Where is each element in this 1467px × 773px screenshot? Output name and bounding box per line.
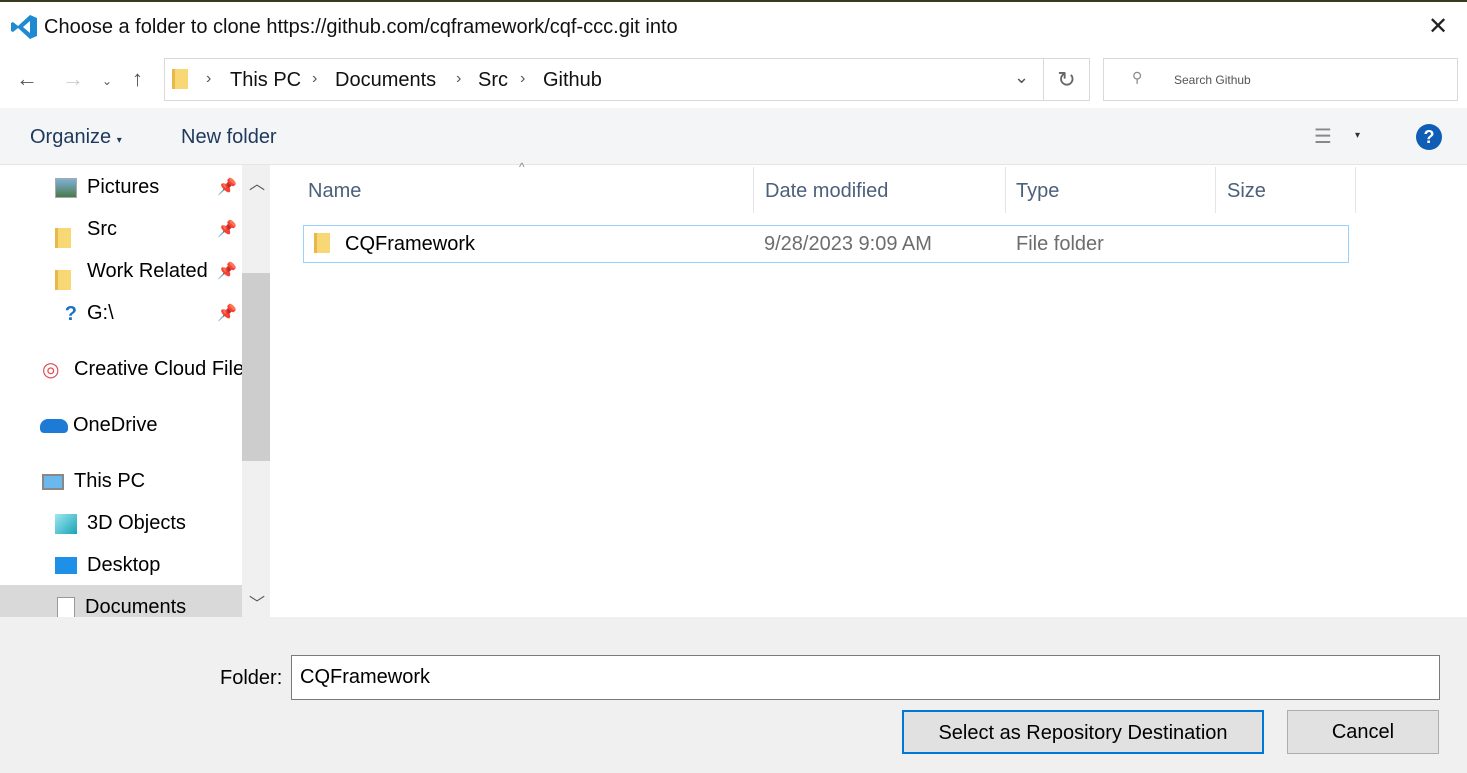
column-divider[interactable] — [753, 167, 754, 213]
folder-icon — [314, 233, 330, 253]
breadcrumb-documents[interactable]: Documents — [335, 69, 436, 92]
back-button[interactable]: ← — [16, 66, 38, 92]
computer-icon — [42, 473, 64, 490]
drive-icon: ? — [64, 302, 77, 325]
pin-icon: 📌 — [217, 179, 237, 196]
view-options-icon[interactable]: ☰ — [1314, 124, 1332, 149]
column-header-type[interactable]: Type — [1016, 180, 1059, 203]
sidebar-item-work-related[interactable]: Work Related — [55, 253, 208, 291]
caret-down-icon[interactable]: ▾ — [1355, 130, 1360, 141]
search-icon: ⚲ — [1132, 69, 1143, 85]
folder-name-input[interactable] — [291, 655, 1440, 700]
scrollbar-thumb[interactable] — [242, 273, 270, 461]
cancel-button[interactable]: Cancel — [1287, 710, 1439, 754]
documents-icon — [57, 596, 75, 617]
creative-cloud-icon: ◎ — [42, 358, 60, 381]
sidebar-item-src[interactable]: Src — [55, 211, 117, 249]
sidebar-item-this-pc[interactable]: This PC — [42, 463, 145, 499]
3d-objects-icon — [55, 513, 77, 534]
onedrive-icon — [40, 418, 68, 433]
refresh-button[interactable]: ↻ — [1044, 58, 1090, 101]
sidebar-item-pictures[interactable]: Pictures — [55, 169, 159, 205]
close-icon[interactable]: ✕ — [1428, 12, 1448, 41]
column-header-name[interactable]: Name — [308, 180, 361, 203]
column-divider[interactable] — [1355, 167, 1356, 213]
select-destination-button[interactable]: Select as Repository Destination — [902, 710, 1264, 754]
pin-icon: 📌 — [217, 263, 237, 280]
scroll-down-icon[interactable]: ﹀ — [249, 590, 265, 614]
pin-icon: 📌 — [217, 305, 237, 322]
sidebar-item-creative-cloud[interactable]: ◎ Creative Cloud Files — [42, 351, 242, 387]
chevron-right-icon[interactable]: › — [520, 70, 525, 88]
breadcrumb-github[interactable]: Github — [543, 69, 602, 92]
column-divider[interactable] — [1215, 167, 1216, 213]
forward-button[interactable]: → — [62, 66, 84, 92]
new-folder-button[interactable]: New folder — [181, 126, 277, 149]
column-divider[interactable] — [1005, 167, 1006, 213]
chevron-right-icon[interactable]: › — [312, 70, 317, 88]
column-header-size[interactable]: Size — [1227, 180, 1266, 203]
breadcrumb-src[interactable]: Src — [478, 69, 508, 92]
sidebar-item-documents[interactable]: Documents — [0, 585, 242, 617]
folder-label: Folder: — [220, 667, 283, 689]
column-header-date[interactable]: Date modified — [765, 180, 888, 203]
desktop-icon — [55, 557, 77, 575]
pin-icon: 📌 — [217, 221, 237, 238]
folder-icon — [55, 262, 77, 291]
file-type: File folder — [1016, 233, 1104, 255]
up-button[interactable]: ↑ — [132, 66, 143, 92]
sidebar-item-desktop[interactable]: Desktop — [55, 547, 160, 583]
file-name[interactable]: CQFramework — [345, 233, 475, 256]
chevron-right-icon[interactable]: › — [456, 70, 461, 88]
pictures-icon — [55, 177, 77, 198]
help-button[interactable]: ? — [1416, 124, 1442, 150]
search-input[interactable]: ⚲ Search Github — [1103, 58, 1458, 101]
window-title: Choose a folder to clone https://github.… — [44, 16, 678, 38]
vscode-icon — [11, 15, 37, 39]
sort-ascending-icon: ^ — [519, 160, 525, 174]
sidebar-item-onedrive[interactable]: OneDrive — [40, 407, 157, 443]
address-dropdown[interactable]: ⌄ — [1004, 58, 1044, 101]
organize-menu[interactable]: Organize ▾ — [30, 126, 122, 149]
scroll-up-icon[interactable]: ︿ — [249, 170, 265, 194]
file-date: 9/28/2023 9:09 AM — [764, 233, 932, 255]
sidebar-item-3d-objects[interactable]: 3D Objects — [55, 505, 186, 541]
folder-icon — [172, 69, 188, 89]
navigation-pane: Pictures 📌 Src 📌 Work Related 📌 ? G:\ 📌 ◎… — [0, 165, 242, 617]
recent-locations-dropdown[interactable]: ⌄ — [102, 74, 112, 88]
folder-icon — [55, 220, 77, 249]
breadcrumb-this-pc[interactable]: This PC — [230, 69, 301, 92]
chevron-right-icon[interactable]: › — [206, 70, 211, 88]
sidebar-item-g-drive[interactable]: ? G:\ — [55, 295, 114, 331]
window-top-border — [0, 0, 1467, 2]
